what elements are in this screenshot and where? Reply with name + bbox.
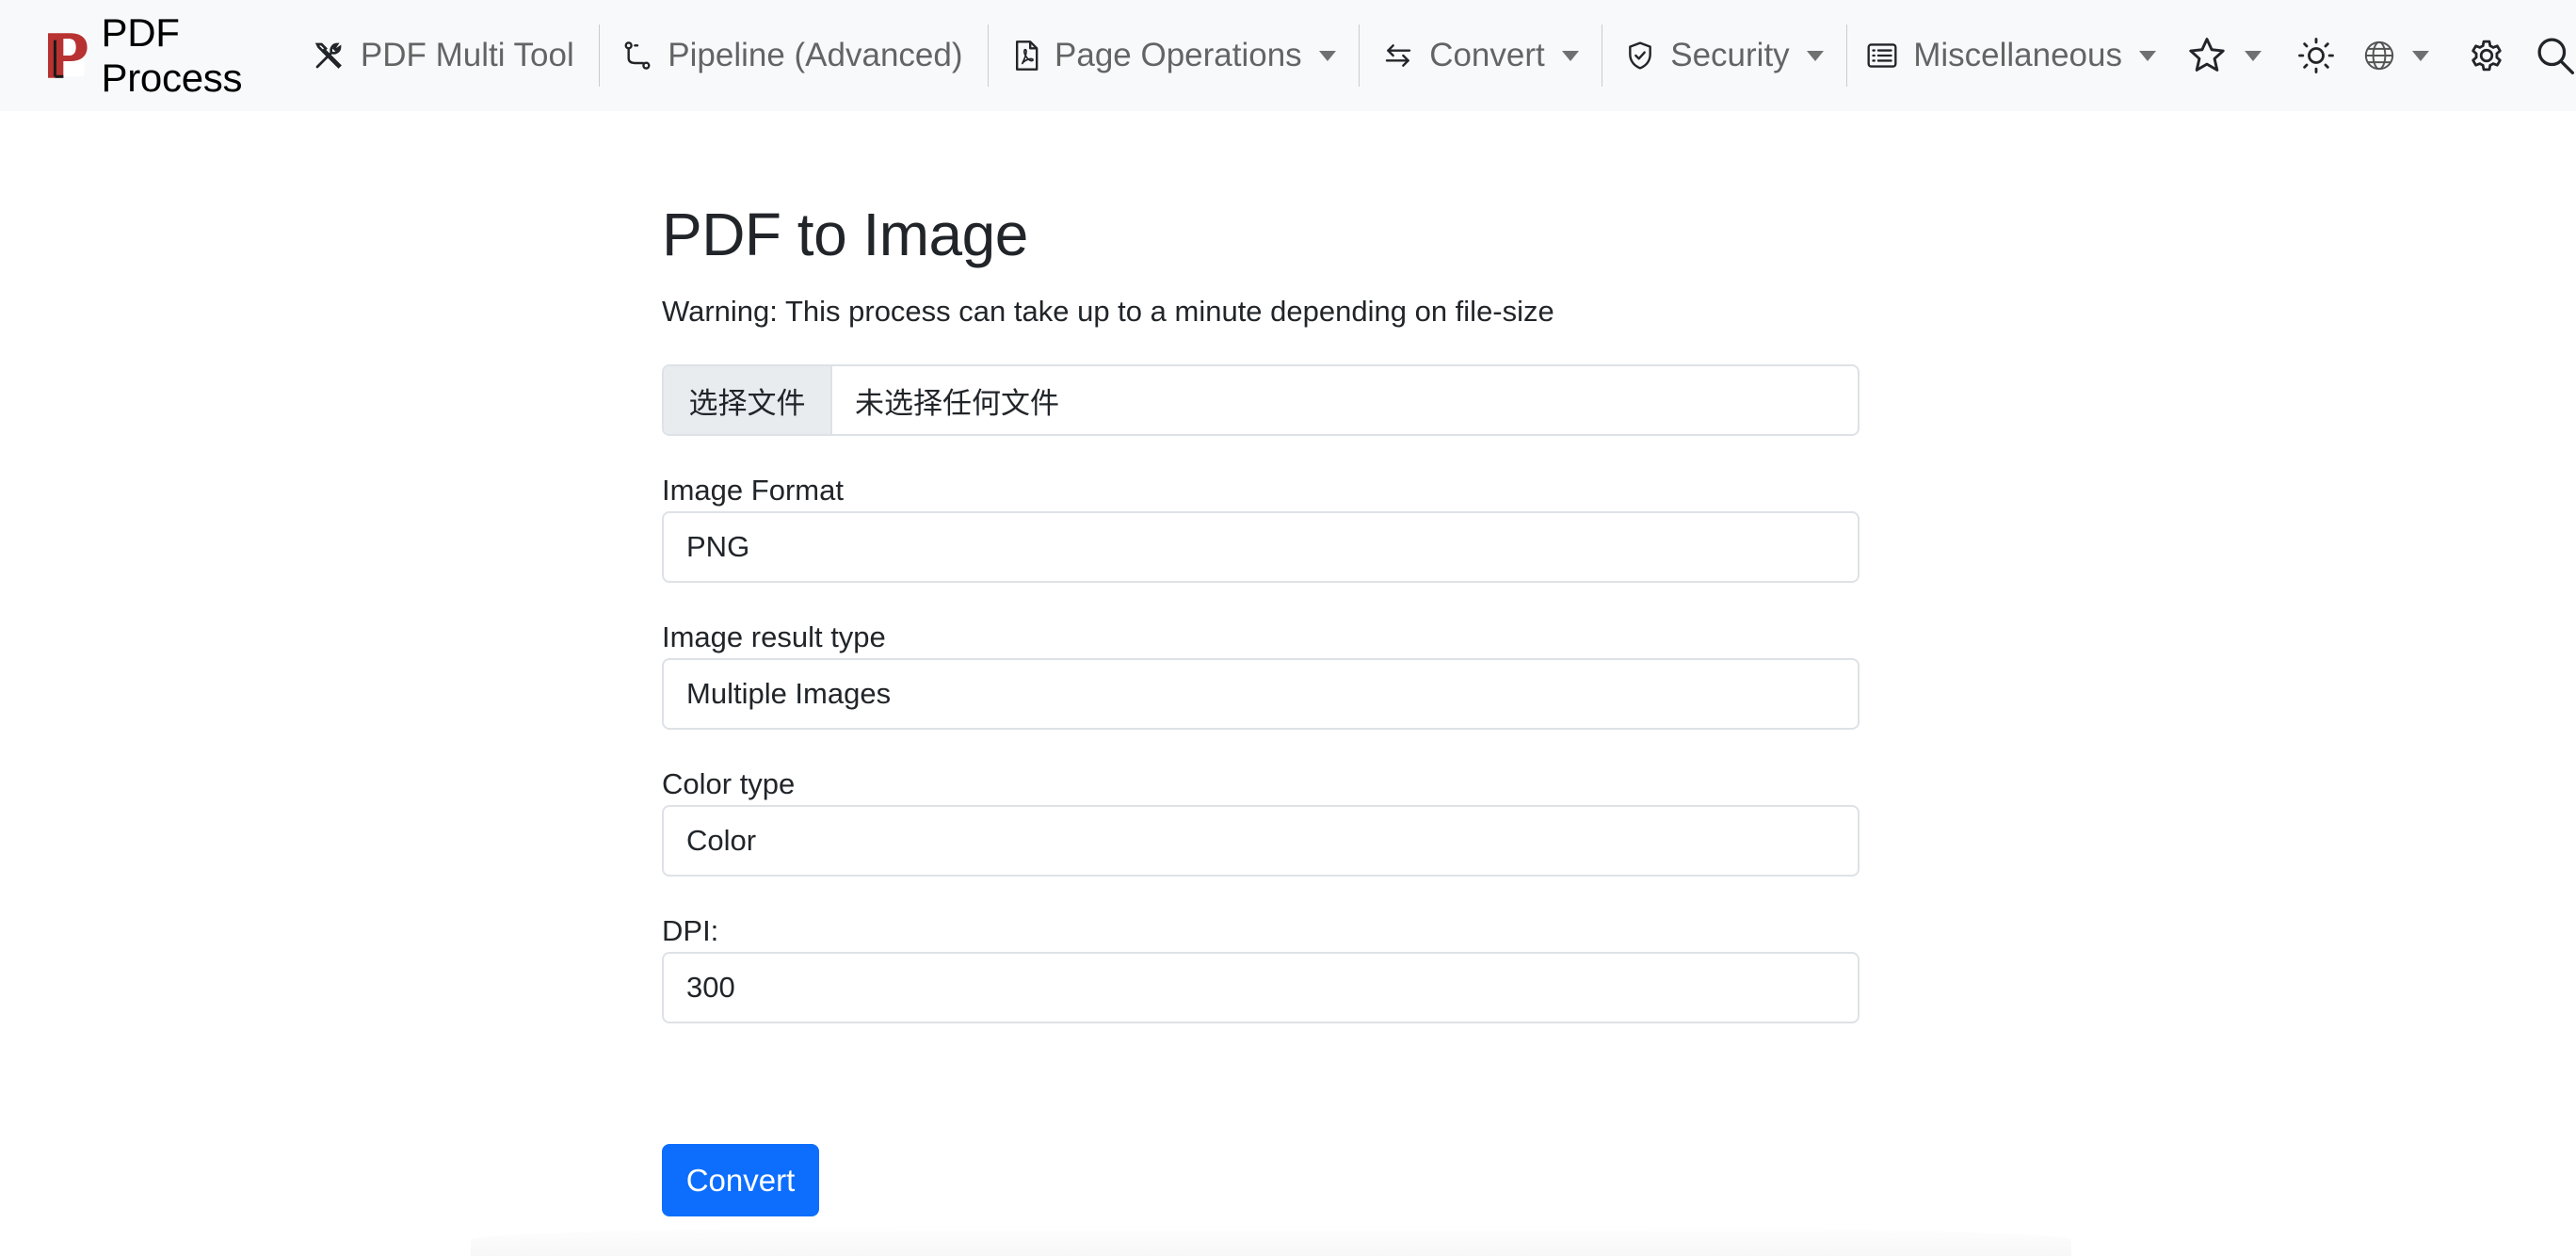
file-input[interactable]: 选择文件 未选择任何文件 — [662, 364, 1860, 436]
nav-divider — [598, 24, 601, 87]
nav-convert[interactable]: Convert — [1382, 0, 1579, 111]
gear-icon — [2467, 36, 2506, 75]
nav-pipeline[interactable]: Pipeline (Advanced) — [622, 0, 963, 111]
nav-page-operations[interactable]: Page Operations — [1013, 0, 1336, 111]
top-navbar: PDF Process PDF Multi Tool Pipeline (Adv… — [0, 0, 2576, 111]
nav-pdf-multi-tool[interactable]: PDF Multi Tool — [312, 0, 574, 111]
globe-icon — [2363, 40, 2395, 72]
nav-label: PDF Multi Tool — [360, 37, 574, 73]
nav-divider — [1601, 24, 1603, 87]
chevron-down-icon — [1318, 50, 1336, 61]
chevron-down-icon — [2411, 50, 2429, 61]
page-title: PDF to Image — [662, 201, 1028, 268]
brand-link[interactable]: PDF Process — [45, 0, 272, 111]
choose-file-button[interactable]: 选择文件 — [664, 366, 832, 434]
brand-name: PDF Process — [101, 10, 243, 100]
nav-label: Pipeline (Advanced) — [668, 37, 963, 73]
star-icon — [2186, 35, 2228, 76]
nav-label: Page Operations — [1055, 37, 1302, 73]
search-icon — [2535, 35, 2576, 76]
arrows-exchange-icon — [1382, 40, 1414, 71]
chevron-down-icon — [2138, 50, 2156, 61]
chevron-down-icon — [2244, 50, 2262, 61]
theme-toggle[interactable] — [2297, 0, 2335, 111]
pipeline-icon — [622, 40, 652, 72]
nav-divider — [987, 24, 990, 87]
convert-button[interactable]: Convert — [662, 1144, 819, 1216]
nav-divider — [1845, 24, 1848, 87]
sun-icon — [2297, 37, 2335, 74]
result-type-label: Image result type — [662, 620, 886, 653]
nav-divider — [1358, 24, 1360, 87]
nav-label: Miscellaneous — [1913, 37, 2122, 73]
nav-label: Convert — [1429, 37, 1545, 73]
nav-favorites[interactable] — [2186, 0, 2262, 111]
chevron-down-icon — [1806, 50, 1824, 61]
nav-miscellaneous[interactable]: Miscellaneous — [1866, 0, 2156, 111]
color-type-label: Color type — [662, 767, 796, 800]
search-button[interactable] — [2535, 0, 2576, 111]
card-list-icon — [1866, 41, 1898, 70]
color-type-select[interactable]: Color — [662, 805, 1860, 877]
shield-icon — [1625, 40, 1655, 72]
dpi-label: DPI: — [662, 914, 719, 947]
pdf-file-icon — [1013, 40, 1039, 72]
chevron-down-icon — [1561, 50, 1579, 61]
brand-logo-icon — [47, 33, 88, 78]
result-type-select[interactable]: Multiple Images — [662, 658, 1860, 730]
warning-text: Warning: This process can take up to a m… — [662, 295, 1554, 328]
nav-label: Security — [1670, 37, 1790, 73]
image-format-select[interactable]: PNG — [662, 511, 1860, 583]
image-format-label: Image Format — [662, 474, 844, 507]
nav-security[interactable]: Security — [1625, 0, 1824, 111]
settings-button[interactable] — [2467, 0, 2506, 111]
file-status: 未选择任何文件 — [855, 386, 1059, 420]
language-selector[interactable] — [2363, 0, 2429, 111]
footer-shadow — [471, 1224, 2071, 1256]
tools-icon — [312, 39, 346, 72]
dpi-input[interactable]: 300 — [662, 952, 1860, 1023]
